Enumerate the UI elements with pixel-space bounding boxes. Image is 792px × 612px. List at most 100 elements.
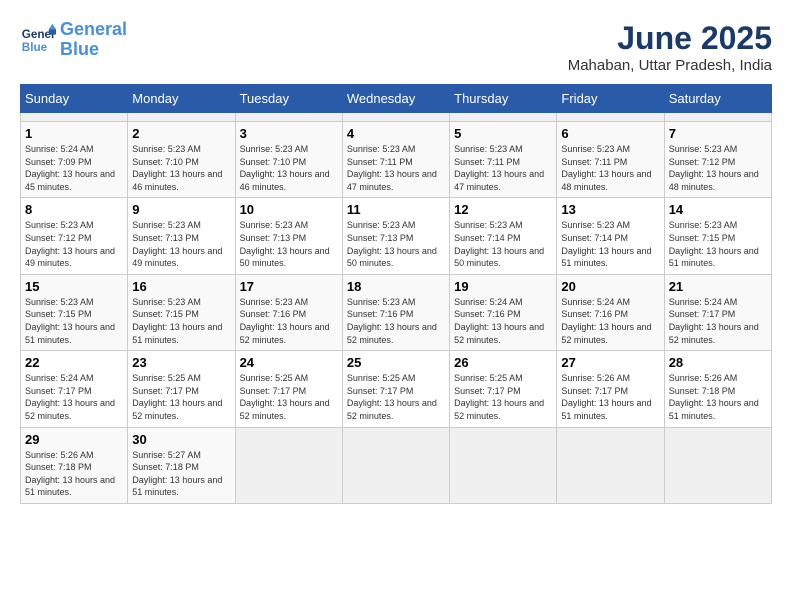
day-info: Sunrise: 5:27 AM Sunset: 7:18 PM Dayligh… (132, 449, 230, 499)
calendar-cell-2-5: 13 Sunrise: 5:23 AM Sunset: 7:14 PM Dayl… (557, 198, 664, 274)
calendar-cell-2-6: 14 Sunrise: 5:23 AM Sunset: 7:15 PM Dayl… (664, 198, 771, 274)
day-info: Sunrise: 5:23 AM Sunset: 7:16 PM Dayligh… (240, 296, 338, 346)
location-title: Mahaban, Uttar Pradesh, India (568, 57, 772, 74)
calendar-cell-4-6: 28 Sunrise: 5:26 AM Sunset: 7:18 PM Dayl… (664, 351, 771, 427)
day-number: 18 (347, 279, 445, 294)
day-number: 20 (561, 279, 659, 294)
day-number: 30 (132, 432, 230, 447)
day-info: Sunrise: 5:23 AM Sunset: 7:16 PM Dayligh… (347, 296, 445, 346)
calendar-cell-4-4: 26 Sunrise: 5:25 AM Sunset: 7:17 PM Dayl… (450, 351, 557, 427)
day-info: Sunrise: 5:23 AM Sunset: 7:15 PM Dayligh… (132, 296, 230, 346)
header-saturday: Saturday (664, 85, 771, 113)
header-monday: Monday (128, 85, 235, 113)
calendar-cell-5-0: 29 Sunrise: 5:26 AM Sunset: 7:18 PM Dayl… (21, 427, 128, 503)
day-number: 1 (25, 126, 123, 141)
title-area: June 2025 Mahaban, Uttar Pradesh, India (568, 20, 772, 74)
calendar-cell-2-2: 10 Sunrise: 5:23 AM Sunset: 7:13 PM Dayl… (235, 198, 342, 274)
day-info: Sunrise: 5:24 AM Sunset: 7:17 PM Dayligh… (25, 372, 123, 422)
calendar-cell-1-1: 2 Sunrise: 5:23 AM Sunset: 7:10 PM Dayli… (128, 122, 235, 198)
calendar-cell-3-0: 15 Sunrise: 5:23 AM Sunset: 7:15 PM Dayl… (21, 274, 128, 350)
day-number: 19 (454, 279, 552, 294)
calendar-table: Sunday Monday Tuesday Wednesday Thursday… (20, 84, 772, 504)
day-number: 26 (454, 355, 552, 370)
week-row-1: 1 Sunrise: 5:24 AM Sunset: 7:09 PM Dayli… (21, 122, 772, 198)
calendar-cell-4-5: 27 Sunrise: 5:26 AM Sunset: 7:17 PM Dayl… (557, 351, 664, 427)
calendar-cell-1-6: 7 Sunrise: 5:23 AM Sunset: 7:12 PM Dayli… (664, 122, 771, 198)
day-number: 4 (347, 126, 445, 141)
calendar-cell-3-1: 16 Sunrise: 5:23 AM Sunset: 7:15 PM Dayl… (128, 274, 235, 350)
calendar-cell-2-4: 12 Sunrise: 5:23 AM Sunset: 7:14 PM Dayl… (450, 198, 557, 274)
calendar-cell-3-4: 19 Sunrise: 5:24 AM Sunset: 7:16 PM Dayl… (450, 274, 557, 350)
day-info: Sunrise: 5:26 AM Sunset: 7:17 PM Dayligh… (561, 372, 659, 422)
day-info: Sunrise: 5:23 AM Sunset: 7:15 PM Dayligh… (669, 219, 767, 269)
day-info: Sunrise: 5:23 AM Sunset: 7:10 PM Dayligh… (240, 143, 338, 193)
week-row-0 (21, 113, 772, 122)
logo-icon: General Blue (20, 22, 56, 58)
header-row: Sunday Monday Tuesday Wednesday Thursday… (21, 85, 772, 113)
week-row-3: 15 Sunrise: 5:23 AM Sunset: 7:15 PM Dayl… (21, 274, 772, 350)
day-info: Sunrise: 5:23 AM Sunset: 7:11 PM Dayligh… (347, 143, 445, 193)
day-info: Sunrise: 5:24 AM Sunset: 7:16 PM Dayligh… (561, 296, 659, 346)
day-info: Sunrise: 5:24 AM Sunset: 7:16 PM Dayligh… (454, 296, 552, 346)
week-row-4: 22 Sunrise: 5:24 AM Sunset: 7:17 PM Dayl… (21, 351, 772, 427)
calendar-cell-4-1: 23 Sunrise: 5:25 AM Sunset: 7:17 PM Dayl… (128, 351, 235, 427)
day-number: 12 (454, 202, 552, 217)
day-info: Sunrise: 5:24 AM Sunset: 7:09 PM Dayligh… (25, 143, 123, 193)
day-info: Sunrise: 5:24 AM Sunset: 7:17 PM Dayligh… (669, 296, 767, 346)
day-info: Sunrise: 5:23 AM Sunset: 7:13 PM Dayligh… (132, 219, 230, 269)
day-number: 23 (132, 355, 230, 370)
logo: General Blue General Blue (20, 20, 127, 60)
day-number: 21 (669, 279, 767, 294)
header-wednesday: Wednesday (342, 85, 449, 113)
calendar-cell-0-2 (235, 113, 342, 122)
calendar-cell-1-4: 5 Sunrise: 5:23 AM Sunset: 7:11 PM Dayli… (450, 122, 557, 198)
calendar-cell-4-0: 22 Sunrise: 5:24 AM Sunset: 7:17 PM Dayl… (21, 351, 128, 427)
day-info: Sunrise: 5:23 AM Sunset: 7:11 PM Dayligh… (454, 143, 552, 193)
svg-text:Blue: Blue (22, 41, 48, 54)
day-info: Sunrise: 5:25 AM Sunset: 7:17 PM Dayligh… (347, 372, 445, 422)
month-title: June 2025 (568, 20, 772, 57)
calendar-cell-5-2 (235, 427, 342, 503)
calendar-cell-5-5 (557, 427, 664, 503)
header-friday: Friday (557, 85, 664, 113)
day-info: Sunrise: 5:23 AM Sunset: 7:14 PM Dayligh… (561, 219, 659, 269)
calendar-cell-0-6 (664, 113, 771, 122)
day-info: Sunrise: 5:25 AM Sunset: 7:17 PM Dayligh… (240, 372, 338, 422)
day-info: Sunrise: 5:26 AM Sunset: 7:18 PM Dayligh… (669, 372, 767, 422)
calendar-cell-5-1: 30 Sunrise: 5:27 AM Sunset: 7:18 PM Dayl… (128, 427, 235, 503)
day-number: 5 (454, 126, 552, 141)
page-header: General Blue General Blue June 2025 Maha… (20, 20, 772, 74)
logo-text-line1: General (60, 20, 127, 40)
calendar-cell-3-6: 21 Sunrise: 5:24 AM Sunset: 7:17 PM Dayl… (664, 274, 771, 350)
calendar-cell-3-5: 20 Sunrise: 5:24 AM Sunset: 7:16 PM Dayl… (557, 274, 664, 350)
day-number: 10 (240, 202, 338, 217)
calendar-cell-4-3: 25 Sunrise: 5:25 AM Sunset: 7:17 PM Dayl… (342, 351, 449, 427)
day-number: 22 (25, 355, 123, 370)
day-number: 2 (132, 126, 230, 141)
calendar-cell-5-3 (342, 427, 449, 503)
day-info: Sunrise: 5:25 AM Sunset: 7:17 PM Dayligh… (132, 372, 230, 422)
day-info: Sunrise: 5:23 AM Sunset: 7:11 PM Dayligh… (561, 143, 659, 193)
day-number: 15 (25, 279, 123, 294)
header-sunday: Sunday (21, 85, 128, 113)
calendar-cell-2-3: 11 Sunrise: 5:23 AM Sunset: 7:13 PM Dayl… (342, 198, 449, 274)
calendar-cell-0-1 (128, 113, 235, 122)
day-number: 24 (240, 355, 338, 370)
day-number: 13 (561, 202, 659, 217)
day-info: Sunrise: 5:25 AM Sunset: 7:17 PM Dayligh… (454, 372, 552, 422)
day-number: 16 (132, 279, 230, 294)
day-info: Sunrise: 5:23 AM Sunset: 7:10 PM Dayligh… (132, 143, 230, 193)
day-info: Sunrise: 5:23 AM Sunset: 7:13 PM Dayligh… (240, 219, 338, 269)
day-number: 9 (132, 202, 230, 217)
day-number: 14 (669, 202, 767, 217)
calendar-cell-2-1: 9 Sunrise: 5:23 AM Sunset: 7:13 PM Dayli… (128, 198, 235, 274)
day-info: Sunrise: 5:23 AM Sunset: 7:13 PM Dayligh… (347, 219, 445, 269)
calendar-cell-0-3 (342, 113, 449, 122)
day-info: Sunrise: 5:23 AM Sunset: 7:12 PM Dayligh… (669, 143, 767, 193)
header-thursday: Thursday (450, 85, 557, 113)
day-number: 28 (669, 355, 767, 370)
day-number: 8 (25, 202, 123, 217)
day-number: 25 (347, 355, 445, 370)
day-number: 7 (669, 126, 767, 141)
day-info: Sunrise: 5:23 AM Sunset: 7:14 PM Dayligh… (454, 219, 552, 269)
